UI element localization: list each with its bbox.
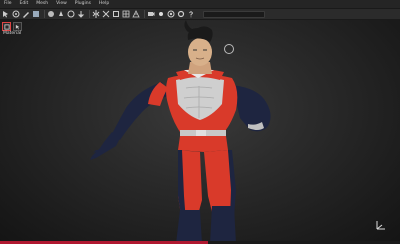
toolbar-separator xyxy=(144,10,145,18)
3d-viewport[interactable] xyxy=(0,20,400,244)
symmetry-icon[interactable] xyxy=(92,10,100,18)
menu-view[interactable]: View xyxy=(52,0,71,8)
menu-plugins[interactable]: Plugins xyxy=(71,0,95,8)
smooth-icon[interactable] xyxy=(47,10,55,18)
wireframe-icon[interactable] xyxy=(132,10,140,18)
select-icon[interactable] xyxy=(2,10,10,18)
grid-icon[interactable] xyxy=(122,10,130,18)
toolbar-separator xyxy=(89,10,90,18)
brush-icon[interactable] xyxy=(22,10,30,18)
menu-edit[interactable]: Edit xyxy=(16,0,33,8)
menu-mesh[interactable]: Mesh xyxy=(32,0,52,8)
render-icon[interactable] xyxy=(167,10,175,18)
sculpt-icon[interactable] xyxy=(32,10,40,18)
menu-bar: File Edit Mesh View Plugins Help xyxy=(0,0,400,8)
transform-icon[interactable] xyxy=(112,10,120,18)
brush-cursor xyxy=(224,44,234,54)
menu-help[interactable]: Help xyxy=(95,0,113,8)
close-icon[interactable] xyxy=(102,10,110,18)
menu-file[interactable]: File xyxy=(0,0,16,8)
brush-size-slider[interactable] xyxy=(203,10,265,18)
settings-icon[interactable] xyxy=(177,10,185,18)
move-icon[interactable] xyxy=(12,10,20,18)
light-icon[interactable] xyxy=(157,10,165,18)
help-icon[interactable] xyxy=(187,10,195,18)
superhero-model xyxy=(90,20,271,244)
paint-icon[interactable] xyxy=(77,10,85,18)
toolbar-separator xyxy=(44,10,45,18)
camera-icon[interactable] xyxy=(147,10,155,18)
grab-icon[interactable] xyxy=(57,10,65,18)
mask-icon[interactable] xyxy=(67,10,75,18)
axis-gizmo xyxy=(376,221,385,230)
sculpting-app-window: File Edit Mesh View Plugins Help Materia xyxy=(0,0,400,244)
main-toolbar xyxy=(0,8,400,20)
